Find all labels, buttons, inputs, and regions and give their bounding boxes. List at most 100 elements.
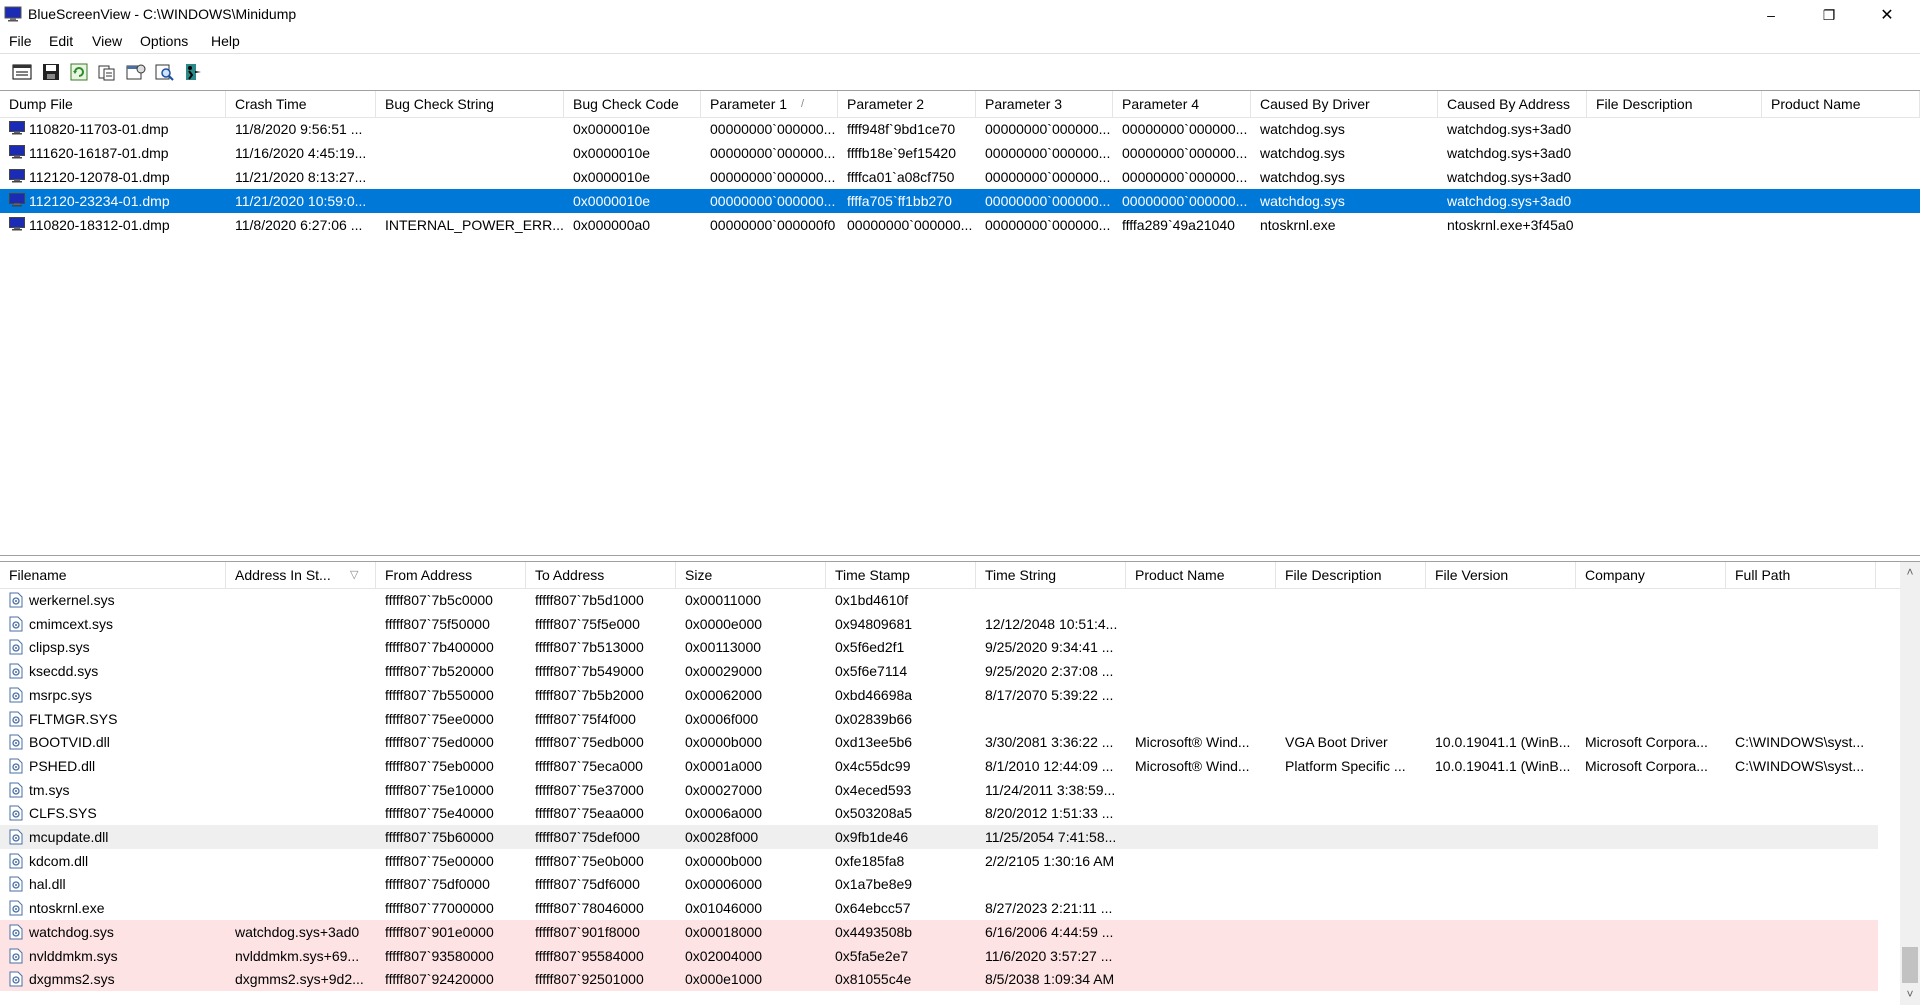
driver-row[interactable]: werkernel.sys fffff807`7b5c0000 fffff807`7…: [0, 588, 1878, 612]
driver-row[interactable]: watchdog.sys watchdog.sys+3ad0 fffff807`90…: [0, 919, 1878, 944]
bluescreenview-app-icon: [4, 6, 22, 22]
driver-row[interactable]: nvlddmkm.sys nvlddmkm.sys+69... fffff807`9…: [0, 943, 1878, 968]
dump-cell: 00000000`000000...: [710, 169, 836, 185]
column-header[interactable]: File Description: [1276, 562, 1426, 588]
driver-cell: 0xbd46698a: [835, 686, 913, 703]
toolbar: [0, 55, 1920, 87]
column-header[interactable]: File Description: [1587, 91, 1762, 117]
column-header[interactable]: Crash Time: [226, 91, 376, 117]
column-header[interactable]: Full Path: [1726, 562, 1876, 588]
column-header[interactable]: Size: [676, 562, 826, 588]
menu-help[interactable]: Help: [211, 33, 240, 49]
driver-cell: [1126, 849, 1276, 873]
driver-row[interactable]: dxgmms2.sys dxgmms2.sys+9d2... fffff807`92…: [0, 967, 1878, 992]
column-header[interactable]: Bug Check String: [376, 91, 564, 117]
dump-row[interactable]: 111620-16187-01.dmp 11/16/2020 4:45:19...…: [0, 141, 1920, 165]
column-header[interactable]: Bug Check Code: [564, 91, 701, 117]
column-header[interactable]: Parameter 2: [838, 91, 976, 117]
scroll-up-arrow[interactable]: ˄: [1902, 564, 1918, 580]
column-header[interactable]: Product Name: [1126, 562, 1276, 588]
column-header[interactable]: Filename: [0, 562, 226, 588]
dump-list[interactable]: Dump File Crash Time Bug Check String Bu…: [0, 90, 1920, 645]
maximize-button[interactable]: ❐: [1800, 0, 1858, 30]
dump-cell: 00000000`000000...: [985, 169, 1111, 185]
driver-cell: [1576, 635, 1726, 659]
exit-button[interactable]: [182, 61, 204, 83]
column-header-parameter1[interactable]: Parameter 1 /: [701, 91, 838, 117]
driver-cell: fffff807`7b400000: [385, 639, 494, 656]
driver-cell: 0x00062000: [685, 686, 763, 703]
column-header[interactable]: Time Stamp: [826, 562, 976, 588]
driver-cell: [1126, 872, 1276, 896]
driver-cell: fffff807`95584000: [535, 947, 644, 964]
driver-row[interactable]: ntoskrnl.exe fffff807`77000000 fffff807`78…: [0, 896, 1878, 920]
driver-cell: 0xfe185fa8: [835, 852, 905, 869]
column-header[interactable]: File Version: [1426, 562, 1576, 588]
driver-cell: fffff807`75def000: [535, 829, 640, 845]
driver-row[interactable]: ksecdd.sys fffff807`7b520000 fffff807`7b54…: [0, 659, 1878, 683]
column-header[interactable]: Product Name: [1762, 91, 1920, 117]
title-bar: BlueScreenView - C:\WINDOWS\Minidump – ❐…: [0, 0, 1920, 30]
close-button[interactable]: ✕: [1858, 0, 1916, 30]
driver-row[interactable]: tm.sys fffff807`75e10000 fffff807`75e37000…: [0, 778, 1878, 802]
driver-row[interactable]: mcupdate.dll fffff807`75b60000 fffff807`75…: [0, 825, 1878, 849]
driver-row[interactable]: kdcom.dll fffff807`75e00000 fffff807`75e0b…: [0, 849, 1878, 873]
dump-row[interactable]: 112120-23234-01.dmp 11/21/2020 10:59:0...…: [0, 189, 1920, 213]
column-header[interactable]: From Address: [376, 562, 526, 588]
driver-cell: 10.0.19041.1 (WinB...: [1435, 734, 1571, 751]
menu-file[interactable]: File: [9, 33, 32, 49]
column-header[interactable]: Parameter 3: [976, 91, 1113, 117]
menu-view[interactable]: View: [92, 33, 122, 49]
column-header[interactable]: To Address: [526, 562, 676, 588]
menu-options[interactable]: Options: [140, 33, 188, 49]
column-header[interactable]: Dump File: [0, 91, 226, 117]
driver-cell: [1426, 849, 1576, 873]
driver-cell: kdcom.dll: [29, 852, 89, 869]
driver-cell: [1726, 659, 1876, 683]
driver-cell: fffff807`7b5b2000: [535, 686, 644, 703]
driver-cell: fffff807`75e00000: [385, 852, 494, 869]
minimize-button[interactable]: –: [1742, 0, 1800, 30]
dump-row[interactable]: 110820-18312-01.dmp 11/8/2020 6:27:06 ...…: [0, 213, 1920, 237]
html-report-button[interactable]: [11, 61, 33, 83]
driver-row[interactable]: hal.dll fffff807`75df0000 fffff807`75df600…: [0, 872, 1878, 896]
driver-cell: [1126, 588, 1276, 612]
save-button[interactable]: [40, 61, 62, 83]
column-header[interactable]: Caused By Driver: [1251, 91, 1438, 117]
column-header[interactable]: Company: [1576, 562, 1726, 588]
vertical-scrollbar[interactable]: ˄ ˅: [1900, 562, 1920, 1005]
find-icon: [155, 64, 174, 81]
dump-cell: [1587, 165, 1762, 189]
copy-button[interactable]: [96, 61, 118, 83]
column-header-address-in-stack[interactable]: Address In St... ▽: [226, 562, 376, 588]
driver-cell: fffff807`7b550000: [385, 686, 494, 703]
driver-cell: [1726, 588, 1876, 612]
scroll-down-arrow[interactable]: ˅: [1902, 986, 1918, 1002]
driver-row[interactable]: FLTMGR.SYS fffff807`75ee0000 fffff807`75f4…: [0, 707, 1878, 731]
vertical-scroll-thumb[interactable]: [1902, 947, 1918, 983]
column-header[interactable]: Parameter 4: [1113, 91, 1251, 117]
driver-row[interactable]: CLFS.SYS fffff807`75e40000 fffff807`75eaa0…: [0, 801, 1878, 825]
column-header[interactable]: Caused By Address: [1438, 91, 1587, 117]
driver-row[interactable]: cmimcext.sys fffff807`75f50000 fffff807`75…: [0, 612, 1878, 636]
dump-row[interactable]: 110820-11703-01.dmp 11/8/2020 9:56:51 ...…: [0, 117, 1920, 141]
dump-cell: [376, 189, 564, 213]
driver-row[interactable]: BOOTVID.dll fffff807`75ed0000 fffff807`75e…: [0, 730, 1878, 754]
dump-cell: [1762, 213, 1920, 237]
driver-row[interactable]: clipsp.sys fffff807`7b400000 fffff807`7b51…: [0, 635, 1878, 659]
dump-row[interactable]: 112120-12078-01.dmp 11/21/2020 8:13:27...…: [0, 165, 1920, 189]
find-button[interactable]: [154, 61, 176, 83]
driver-cell: fffff807`75df0000: [385, 876, 490, 893]
refresh-button[interactable]: [68, 61, 90, 83]
properties-button[interactable]: [125, 61, 147, 83]
driver-cell: fffff807`75df6000: [535, 876, 640, 893]
driver-cell: [1576, 801, 1726, 825]
driver-cell: [1576, 588, 1726, 612]
driver-list[interactable]: Filename Address In St... ▽ From Address …: [0, 561, 1920, 1005]
menu-edit[interactable]: Edit: [49, 33, 73, 49]
dump-cell: 00000000`000000...: [985, 217, 1111, 233]
driver-row[interactable]: msrpc.sys fffff807`7b550000 fffff807`7b5b2…: [0, 683, 1878, 707]
driver-row[interactable]: PSHED.dll fffff807`75eb0000 fffff807`75eca…: [0, 754, 1878, 778]
dump-cell: watchdog.sys+3ad0: [1447, 145, 1572, 161]
column-header[interactable]: Time String: [976, 562, 1126, 588]
